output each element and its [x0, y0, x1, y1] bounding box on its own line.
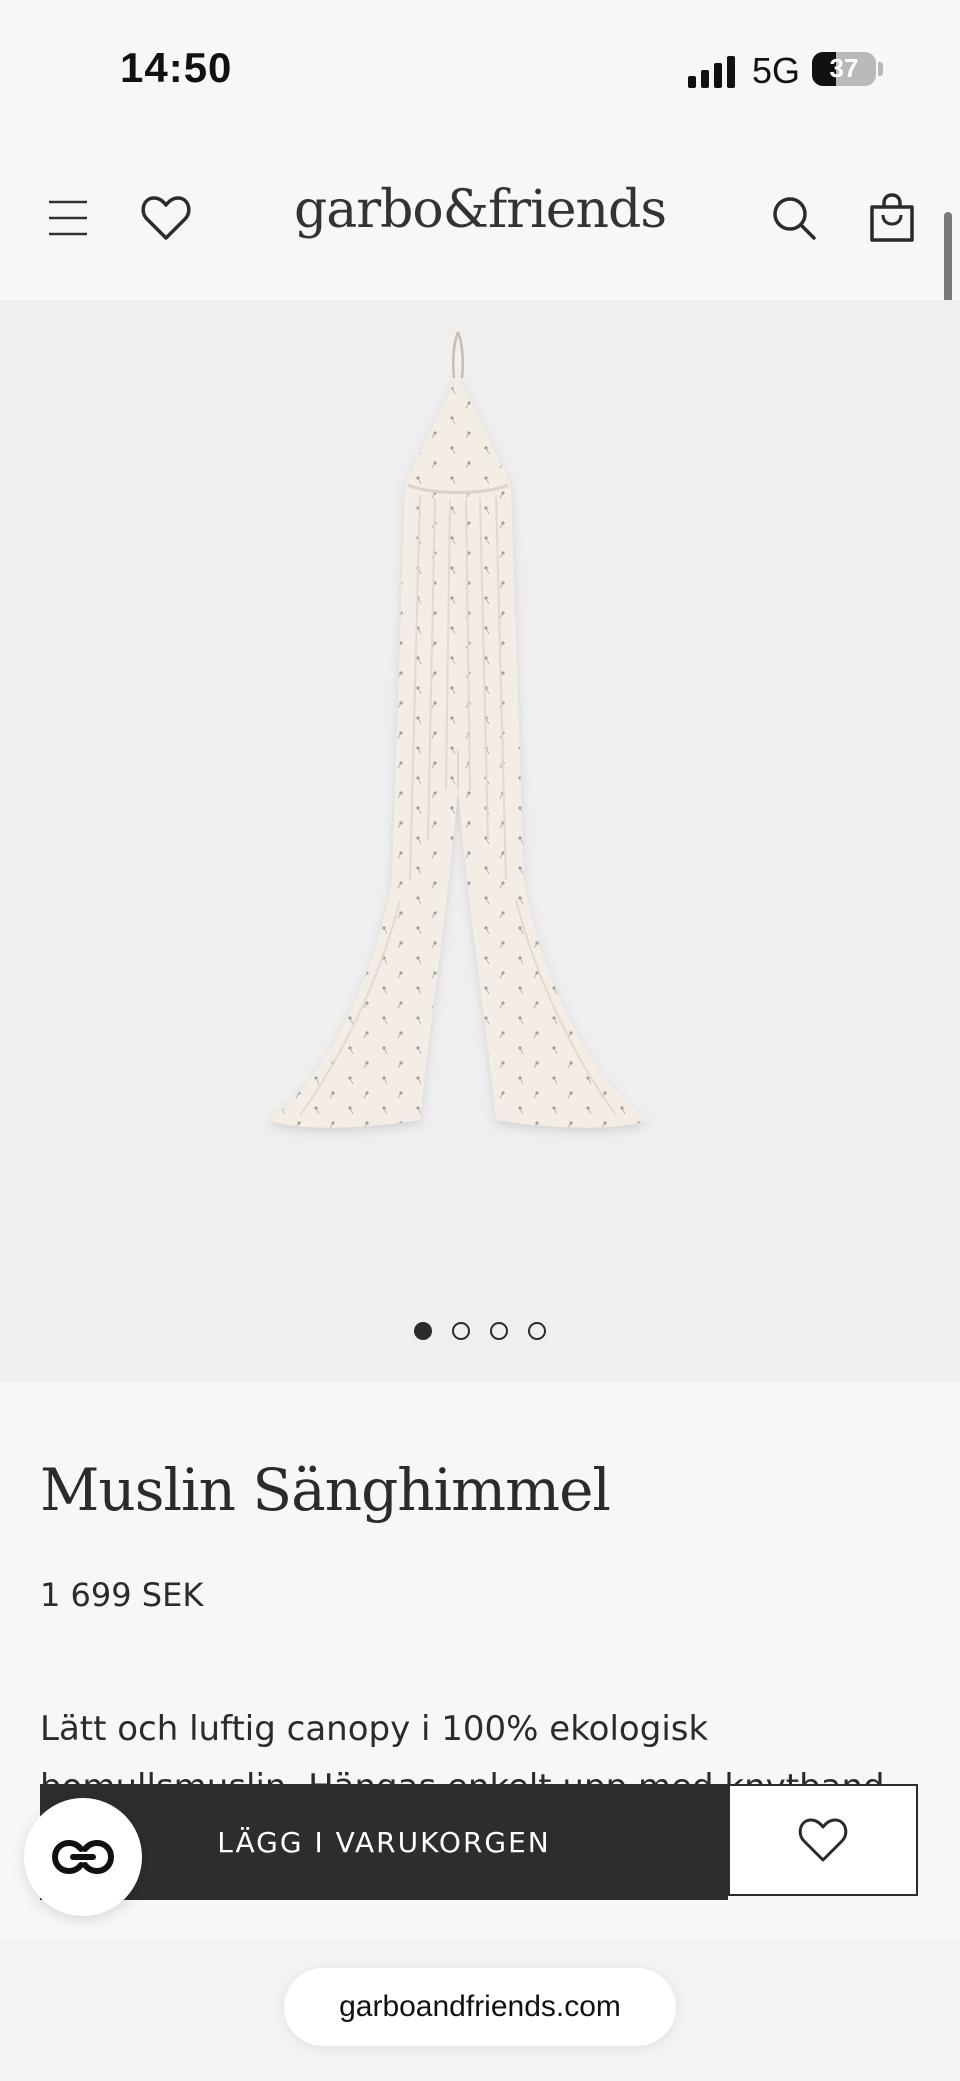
product-gallery[interactable]: [0, 300, 960, 1382]
status-bar: 14:50 5G 37: [0, 0, 960, 130]
product-title: Muslin Sänghimmel: [40, 1456, 611, 1524]
gallery-dot-4[interactable]: [528, 1322, 546, 1340]
cart-button[interactable]: [864, 190, 920, 246]
shopping-bag-icon: [870, 193, 914, 242]
status-time: 14:50: [120, 44, 233, 91]
search-icon: [773, 197, 816, 240]
gallery-dot-1[interactable]: [414, 1322, 432, 1340]
browser-url-bar[interactable]: garboandfriends.com: [284, 1968, 676, 2046]
add-to-wishlist-button[interactable]: [728, 1784, 918, 1896]
gallery-dot-2[interactable]: [452, 1322, 470, 1340]
battery-icon: 37: [812, 52, 876, 86]
buy-bar: LÄGG I VARUKORGEN: [40, 1784, 920, 1900]
gallery-pagination: [0, 1322, 960, 1340]
network-type: 5G: [752, 50, 801, 91]
heart-icon: [798, 1818, 848, 1862]
description-line: Lätt och luftig canopy i 100% ekologisk: [40, 1709, 709, 1749]
site-header: garbo&friends: [0, 130, 960, 301]
add-to-cart-button[interactable]: LÄGG I VARUKORGEN: [40, 1784, 728, 1900]
search-button[interactable]: [766, 190, 822, 246]
chat-logo-icon: [51, 1839, 115, 1875]
battery-percent: 37: [829, 53, 859, 83]
chat-widget-button[interactable]: [24, 1798, 142, 1916]
gallery-dot-3[interactable]: [490, 1322, 508, 1340]
product-price: 1 699 SEK: [40, 1576, 204, 1614]
battery-tip: [878, 62, 883, 76]
cellular-signal-icon: [688, 56, 735, 88]
product-image: [268, 331, 648, 1128]
